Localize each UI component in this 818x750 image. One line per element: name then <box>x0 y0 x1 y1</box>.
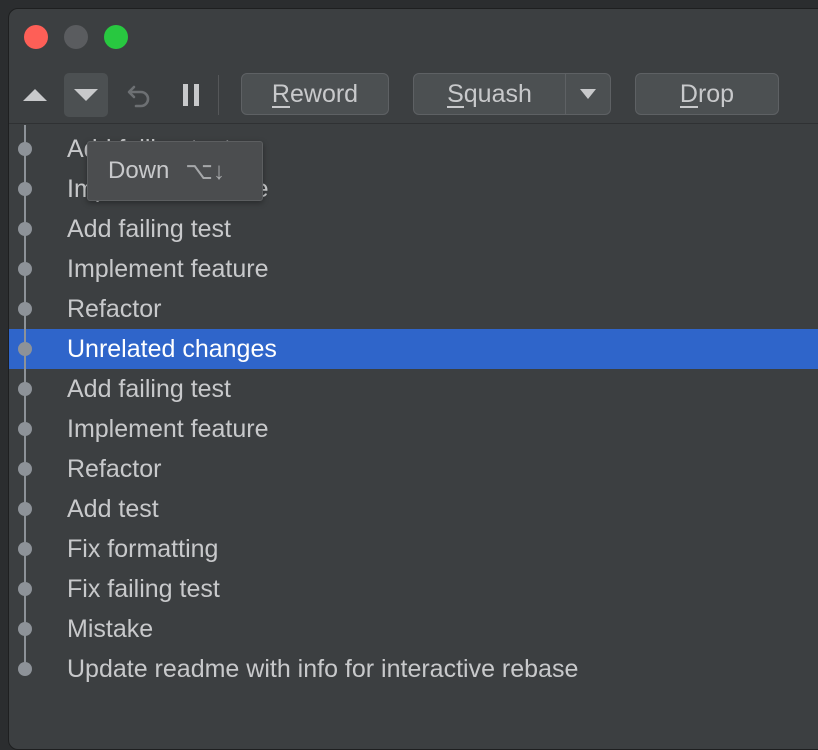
commit-row[interactable]: Add test <box>9 489 818 529</box>
tooltip-shortcut: ⌥↓ <box>185 157 226 185</box>
tooltip-label: Down <box>108 157 170 184</box>
toolbar-separator <box>218 75 219 115</box>
commit-row[interactable]: Update readme with info for interactive … <box>9 649 818 689</box>
commit-message: Fix formatting <box>67 535 219 563</box>
title-bar <box>9 9 818 61</box>
commit-row[interactable]: Refactor <box>9 289 818 329</box>
commit-node-icon <box>18 422 32 436</box>
commit-node-icon <box>18 502 32 516</box>
commit-message: Update readme with info for interactive … <box>67 655 579 683</box>
commit-node-icon <box>18 462 32 476</box>
reword-button[interactable]: Reword <box>241 73 389 115</box>
commit-message: Fix failing test <box>67 575 220 603</box>
commit-message: Add failing test <box>67 215 231 243</box>
zoom-window-button[interactable] <box>104 25 128 49</box>
commit-node-icon <box>18 382 32 396</box>
reword-label: Reword <box>271 79 359 109</box>
drop-button[interactable]: Drop <box>635 73 779 115</box>
commit-message: Implement feature <box>67 255 269 283</box>
commit-row[interactable]: Implement feature <box>9 409 818 449</box>
close-window-button[interactable] <box>24 25 48 49</box>
minimize-window-button[interactable] <box>64 25 88 49</box>
commit-message: Mistake <box>67 615 154 643</box>
commit-message: Refactor <box>67 295 162 323</box>
commit-row[interactable]: Refactor <box>9 449 818 489</box>
commit-message: Add failing test <box>67 375 231 403</box>
commit-node-icon <box>18 342 32 356</box>
undo-button[interactable] <box>121 75 157 115</box>
pause-icon <box>183 84 199 106</box>
pause-button[interactable] <box>173 75 209 115</box>
commit-node-icon <box>18 142 32 156</box>
drop-label: Drop <box>679 79 735 109</box>
toolbar: Reword Squash Drop <box>9 65 818 125</box>
commit-row[interactable]: Implement feature <box>9 249 818 289</box>
squash-label: Squash <box>447 79 532 109</box>
toolbar-divider <box>9 123 818 124</box>
commit-node-icon <box>18 302 32 316</box>
commit-row[interactable]: Unrelated changes <box>9 329 818 369</box>
squash-button[interactable]: Squash <box>413 73 566 115</box>
commit-node-icon <box>18 262 32 276</box>
triangle-up-icon <box>23 89 47 101</box>
commit-message: Refactor <box>67 455 162 483</box>
move-up-button[interactable] <box>17 75 53 115</box>
commit-row[interactable]: Add failing test <box>9 369 818 409</box>
undo-icon <box>127 85 150 108</box>
triangle-down-icon <box>74 89 98 101</box>
commit-node-icon <box>18 622 32 636</box>
chevron-down-icon <box>580 89 596 99</box>
move-down-button[interactable] <box>64 73 108 117</box>
commit-message: Implement feature <box>67 415 269 443</box>
down-tooltip: Down ⌥↓ <box>87 141 263 201</box>
commit-row[interactable]: Add failing test <box>9 209 818 249</box>
commit-node-icon <box>18 182 32 196</box>
commit-node-icon <box>18 222 32 236</box>
commit-row[interactable]: Fix failing test <box>9 569 818 609</box>
rebase-window: Reword Squash Drop Add failing test Imple… <box>8 8 818 750</box>
commit-message: Unrelated changes <box>67 335 277 363</box>
commit-message: Add test <box>67 495 159 523</box>
commit-row[interactable]: Mistake <box>9 609 818 649</box>
squash-options-button[interactable] <box>565 73 611 115</box>
commit-row[interactable]: Fix formatting <box>9 529 818 569</box>
commit-node-icon <box>18 542 32 556</box>
commit-node-icon <box>18 582 32 596</box>
commit-node-icon <box>18 662 32 676</box>
